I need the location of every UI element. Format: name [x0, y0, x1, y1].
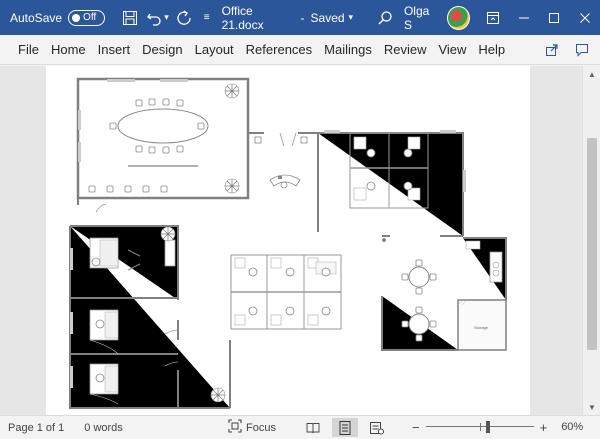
floor-plan-drawing[interactable]: Storage [46, 66, 530, 415]
private-offices [69, 198, 230, 409]
storage-label: Storage [474, 325, 489, 330]
focus-icon [228, 419, 242, 436]
focus-button[interactable]: Focus [228, 419, 276, 436]
scroll-up-icon[interactable]: ▲ [583, 66, 600, 82]
page-count[interactable]: Page 1 of 1 [8, 422, 64, 434]
zoom-out-button[interactable]: − [412, 420, 420, 435]
document-title[interactable]: Office 21.docx [222, 4, 295, 32]
document-page[interactable]: Storage [46, 66, 530, 415]
conference-room [76, 77, 250, 200]
search-icon[interactable] [373, 6, 396, 30]
tab-home[interactable]: Home [45, 35, 92, 65]
web-layout-icon[interactable] [364, 418, 390, 437]
toggle-knob [72, 13, 81, 22]
document-area[interactable]: Storage [0, 66, 582, 415]
maximize-icon[interactable] [539, 0, 570, 35]
title-bar: AutoSave Off ▾ ≡ Office 21.docx - Saved … [0, 0, 600, 35]
focus-label: Focus [246, 421, 276, 434]
ribbon-tabs: File Home Insert Design Layout Reference… [0, 35, 600, 65]
zoom-slider[interactable] [425, 419, 534, 435]
redo-icon[interactable] [173, 6, 196, 30]
scroll-down-icon[interactable]: ▼ [583, 399, 600, 415]
undo-icon[interactable] [143, 6, 166, 30]
status-bar: Page 1 of 1 0 words Focus − + 60% [0, 415, 600, 439]
ribbon-display-icon[interactable] [478, 0, 509, 35]
share-icon[interactable] [540, 38, 564, 62]
save-status: Saved [310, 10, 345, 25]
customize-icon[interactable]: ≡ [204, 12, 210, 23]
tab-view[interactable]: View [432, 35, 472, 65]
zoom-in-button[interactable]: + [540, 420, 548, 435]
tab-insert[interactable]: Insert [92, 35, 137, 65]
autosave-state: Off [83, 12, 97, 23]
tab-help[interactable]: Help [472, 35, 511, 65]
avatar[interactable] [446, 5, 470, 30]
word-count[interactable]: 0 words [84, 422, 123, 434]
save-status-dropdown-icon[interactable]: ▾ [349, 12, 354, 23]
print-layout-icon[interactable] [332, 418, 358, 437]
minimize-icon[interactable] [508, 0, 539, 35]
user-name[interactable]: Olga S [404, 4, 439, 32]
autosave-label: AutoSave [10, 10, 63, 25]
close-icon[interactable] [569, 0, 600, 35]
tab-layout[interactable]: Layout [189, 35, 240, 65]
comments-icon[interactable] [570, 38, 594, 62]
save-icon[interactable] [119, 6, 142, 30]
autosave-toggle[interactable]: Off [68, 9, 105, 26]
reception [248, 132, 318, 189]
tab-design[interactable]: Design [136, 35, 188, 65]
break-room: Storage [381, 235, 507, 351]
undo-dropdown-icon[interactable]: ▾ [164, 12, 169, 23]
scroll-thumb[interactable] [587, 138, 597, 350]
read-mode-icon[interactable] [300, 418, 326, 437]
zoom-slider-midpoint [479, 423, 481, 431]
zoom-level[interactable]: 60% [561, 421, 583, 433]
tab-file[interactable]: File [12, 35, 45, 65]
tab-references[interactable]: References [240, 35, 318, 65]
tab-mailings[interactable]: Mailings [318, 35, 378, 65]
tab-review[interactable]: Review [378, 35, 433, 65]
vertical-scrollbar[interactable]: ▲ ▼ [582, 66, 600, 415]
zoom-slider-handle[interactable] [485, 421, 490, 433]
cubicles-center [210, 254, 342, 408]
cubicles-top [317, 130, 466, 236]
